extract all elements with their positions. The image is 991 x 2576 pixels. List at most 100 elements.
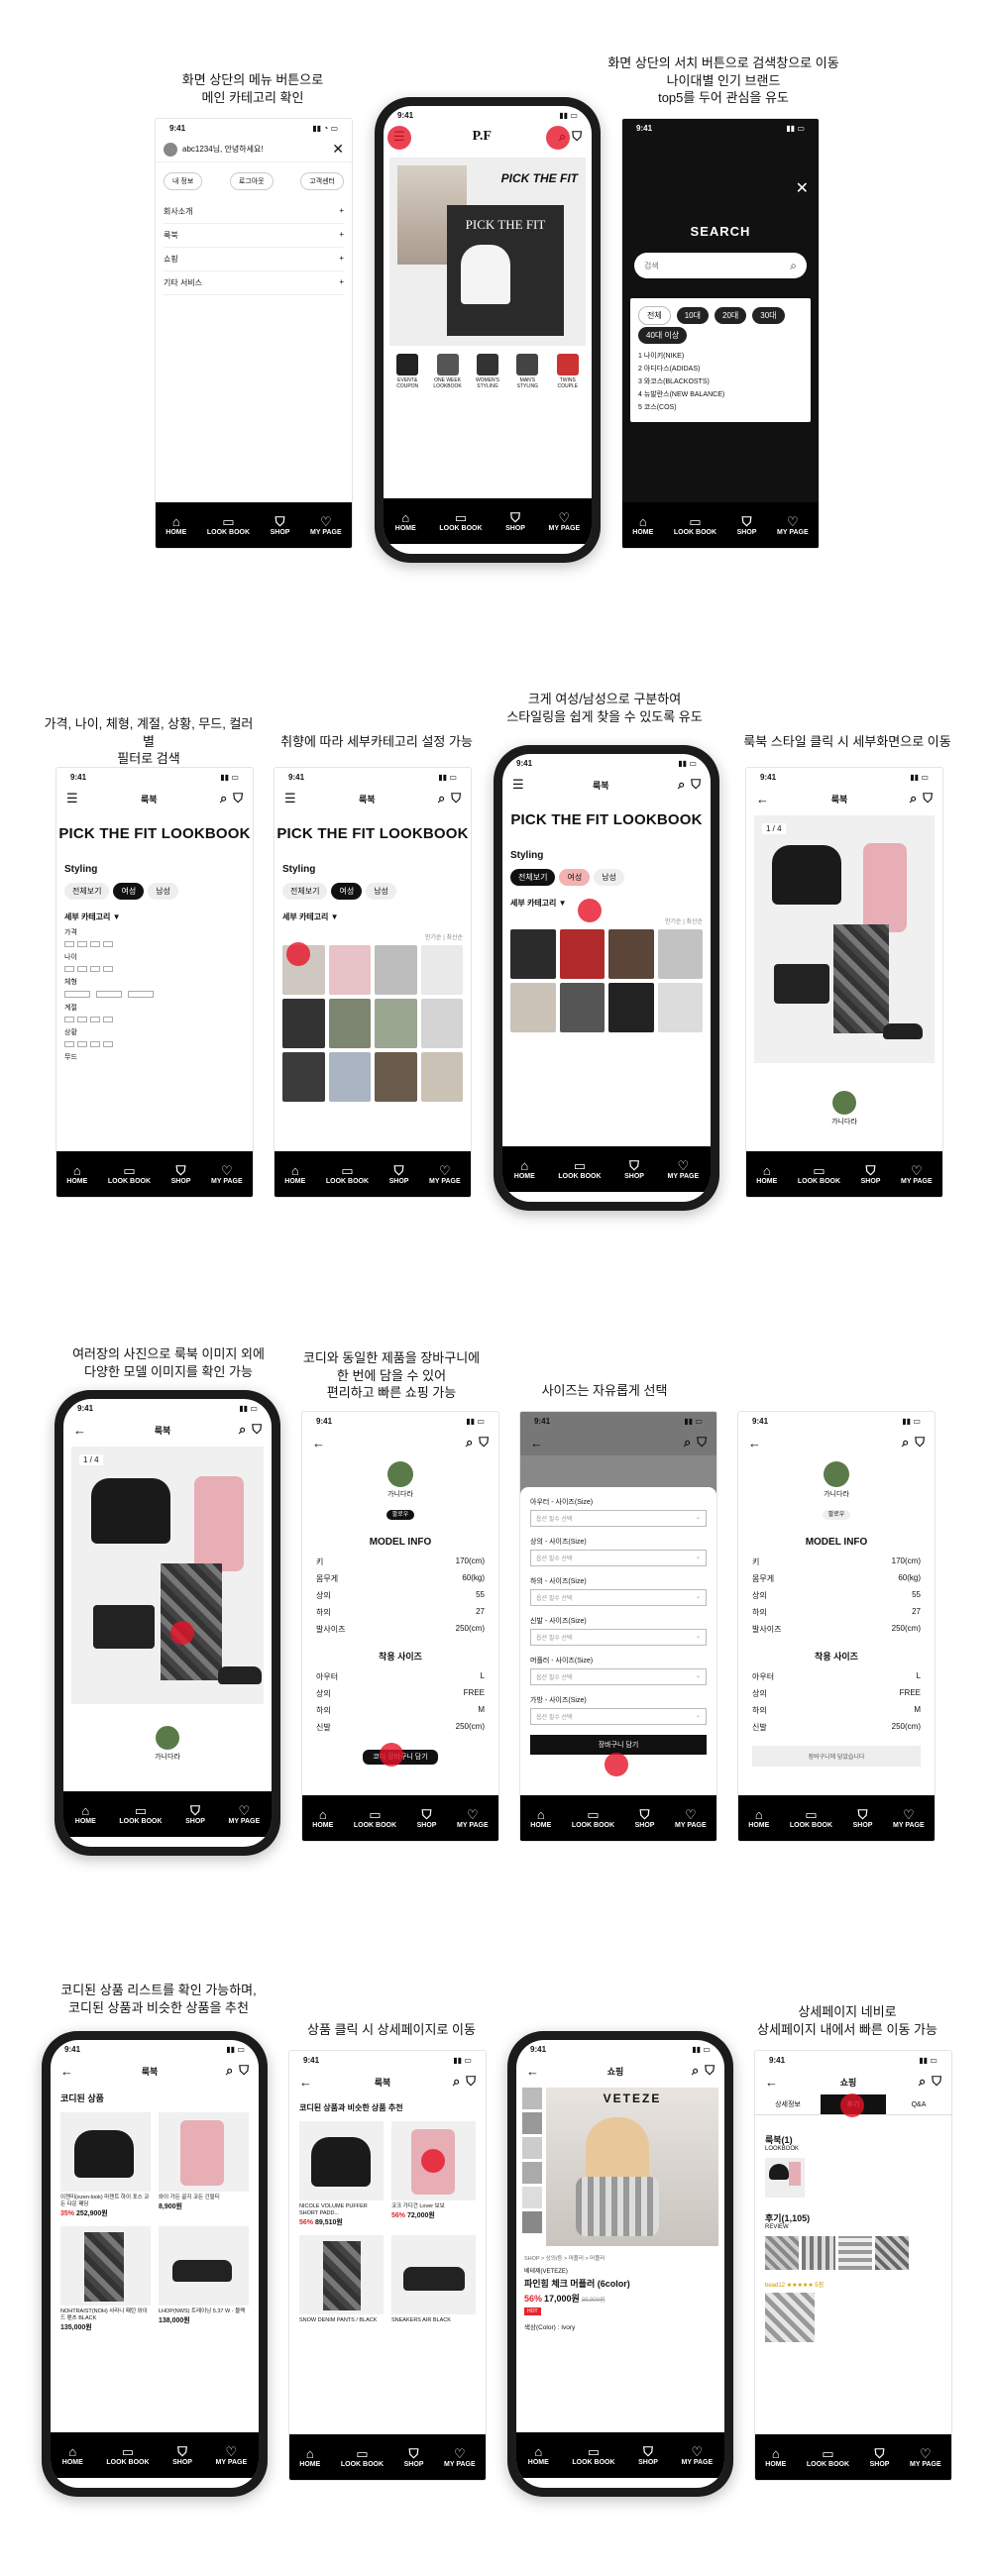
product-card[interactable]: LHOP(NWS) 트레이닝 5.37 W - 블랙 138,000원: [159, 2226, 249, 2332]
nav-mypage[interactable]: ♡ MY PAGE: [229, 1804, 261, 1825]
product-card[interactable]: SNOW DENIM PANTS / BLACK: [299, 2235, 384, 2324]
nav-mypage[interactable]: ♡ MY PAGE: [675, 1808, 707, 1829]
nav-mypage[interactable]: ♡ MY PAGE: [216, 2445, 248, 2466]
sort-options[interactable]: 인기순 | 최신순: [282, 932, 463, 941]
cat-man[interactable]: MAN'S STYLING: [508, 354, 546, 389]
quick-my-info[interactable]: 내 정보: [164, 172, 203, 190]
lookbook-item[interactable]: [282, 1052, 325, 1102]
nav-lookbook[interactable]: ▭ LOOK BOOK: [326, 1164, 369, 1185]
search-icon[interactable]: ⌕: [453, 2074, 460, 2090]
product-card[interactable]: NOHTRAIST(NOH) 사라니 패턴 와이드 팬츠 BLACK 135,0…: [60, 2226, 151, 2332]
nav-home[interactable]: ⌂ HOME: [284, 1164, 305, 1185]
nav-lookbook[interactable]: ▭ LOOK BOOK: [798, 1164, 840, 1185]
subcat-toggle[interactable]: 세부 카테고리 ▼: [510, 898, 703, 909]
nav-mypage[interactable]: ♡ MY PAGE: [668, 1159, 700, 1180]
back-icon[interactable]: ←: [299, 2075, 312, 2090]
product-card[interactable]: NICOLE VOLUME PUFFER SHORT PADD... 56% 8…: [299, 2121, 384, 2227]
search-icon[interactable]: ⌕: [790, 259, 797, 273]
size-select[interactable]: 옵션 필수 선택 ⌄: [530, 1510, 707, 1527]
thumb[interactable]: [522, 2187, 542, 2208]
search-icon[interactable]: ⌕: [466, 1435, 473, 1450]
close-icon[interactable]: ✕: [332, 141, 344, 158]
cart-icon[interactable]: ⛉: [697, 1435, 707, 1450]
quick-cs[interactable]: 고객센터: [300, 172, 344, 190]
size-select[interactable]: 옵션 필수 선택 ⌄: [530, 1668, 707, 1685]
subcat-toggle[interactable]: 세부 카테고리 ▼: [64, 912, 245, 922]
nav-lookbook[interactable]: ▭ LOOK BOOK: [341, 2447, 384, 2468]
nav-shop[interactable]: ⛉ SHOP: [505, 511, 525, 532]
nav-home[interactable]: ⌂ HOME: [312, 1808, 333, 1829]
search-icon[interactable]: ⌕: [919, 2074, 926, 2090]
subcat-toggle[interactable]: 세부 카테고리 ▼: [282, 912, 463, 922]
review-photo-large[interactable]: [765, 2293, 815, 2342]
tab-all[interactable]: 전체보기: [510, 869, 556, 886]
cart-icon[interactable]: ⛉: [691, 777, 701, 793]
nav-home[interactable]: ⌂ HOME: [75, 1804, 96, 1825]
cart-icon[interactable]: ⛉: [252, 1422, 262, 1438]
brand-rank[interactable]: 2 아디다스(ADIDAS): [638, 363, 803, 376]
sort-options[interactable]: 인기순 | 최신순: [510, 916, 703, 925]
nav-lookbook[interactable]: ▭ LOOK BOOK: [572, 2445, 614, 2466]
thumb[interactable]: [522, 2211, 542, 2233]
product-card[interactable]: 와이 가든 골지 코든 긴팔티 8,900원: [159, 2112, 249, 2218]
nav-lookbook[interactable]: ▭ LOOK BOOK: [807, 2447, 849, 2468]
lookbook-item[interactable]: [282, 999, 325, 1048]
nav-home[interactable]: ⌂ HOME: [632, 515, 653, 536]
nav-shop[interactable]: ⛉ SHOP: [638, 2445, 658, 2466]
lookbook-item[interactable]: [375, 945, 417, 995]
nav-mypage[interactable]: ♡ MY PAGE: [211, 1164, 243, 1185]
cart-icon[interactable]: ⛉: [915, 1435, 925, 1450]
lookbook-item[interactable]: [420, 1052, 463, 1102]
lookbook-thumb[interactable]: [765, 2158, 805, 2198]
tab-women[interactable]: 여성: [113, 883, 145, 900]
cart-icon[interactable]: ⛉: [233, 791, 243, 806]
search-icon[interactable]: ⌕: [910, 791, 917, 806]
nav-mypage[interactable]: ♡ MY PAGE: [910, 2447, 941, 2468]
nav-home[interactable]: ⌂ HOME: [528, 2445, 549, 2466]
thumb[interactable]: [522, 2112, 542, 2134]
product-card[interactable]: SNEAKERS AIR BLACK: [391, 2235, 476, 2324]
menu-item-shop[interactable]: 쇼핑 +: [164, 248, 344, 271]
lookbook-item[interactable]: [657, 929, 703, 979]
size-select[interactable]: 옵션 필수 선택 ⌄: [530, 1550, 707, 1566]
nav-mypage[interactable]: ♡ MY PAGE: [893, 1808, 925, 1829]
hamburger-icon[interactable]: ☰: [66, 791, 78, 806]
brand-rank[interactable]: 4 뉴발란스(NEW BALANCE): [638, 388, 803, 401]
nav-lookbook[interactable]: ▭ LOOK BOOK: [674, 515, 716, 536]
nav-shop[interactable]: ⛉ SHOP: [404, 2447, 424, 2468]
nav-shop[interactable]: ⛉ SHOP: [185, 1804, 205, 1825]
lookbook-item[interactable]: [328, 945, 371, 995]
nav-lookbook[interactable]: ▭ LOOK BOOK: [119, 1804, 162, 1825]
back-icon[interactable]: ←: [748, 1436, 761, 1450]
age-all[interactable]: 전체: [638, 306, 671, 325]
size-select[interactable]: 옵션 필수 선택 ⌄: [530, 1629, 707, 1646]
product-brand[interactable]: 베테제(VETEZE): [524, 2266, 716, 2275]
nav-home[interactable]: ⌂ HOME: [395, 511, 416, 532]
search-icon[interactable]: ⌕: [692, 2063, 699, 2079]
thumb[interactable]: [522, 2137, 542, 2159]
nav-mypage[interactable]: ♡ MY PAGE: [457, 1808, 489, 1829]
nav-lookbook[interactable]: ▭ LOOK BOOK: [207, 515, 250, 536]
cart-icon[interactable]: ⛉: [466, 2074, 476, 2090]
nav-shop[interactable]: ⛉ SHOP: [417, 1808, 437, 1829]
product-card[interactable]: 이젠미(ezen-look) 마젠트 하이 포스 코든 다운 패딩 35% 25…: [60, 2112, 151, 2218]
product-card[interactable]: 코크 가디건 Lover 보보 56% 72,000원: [391, 2121, 476, 2227]
tab-qna[interactable]: Q&A: [886, 2096, 951, 2113]
search-input[interactable]: [644, 261, 763, 270]
tab-all[interactable]: 전체보기: [64, 883, 110, 900]
cart-icon[interactable]: ⛉: [239, 2063, 249, 2079]
lookbook-item[interactable]: [608, 983, 654, 1032]
quick-logout[interactable]: 로그아웃: [229, 172, 274, 190]
breadcrumb[interactable]: SHOP > 상의/등 > 머플러 > 머플러: [524, 2254, 716, 2262]
menu-item-about[interactable]: 회사소개 +: [164, 200, 344, 224]
search-icon[interactable]: ⌕: [902, 1435, 909, 1450]
nav-lookbook[interactable]: ▭ LOOK BOOK: [790, 1808, 832, 1829]
nav-shop[interactable]: ⛉ SHOP: [870, 2447, 890, 2468]
nav-mypage[interactable]: ♡ MY PAGE: [444, 2447, 476, 2468]
nav-mypage[interactable]: ♡ MY PAGE: [429, 1164, 461, 1185]
tab-women[interactable]: 여성: [331, 883, 363, 900]
cart-icon[interactable]: ⛉: [932, 2074, 941, 2090]
back-icon[interactable]: ←: [60, 2064, 73, 2079]
lookbook-item[interactable]: [328, 1052, 371, 1102]
back-icon[interactable]: ←: [756, 792, 769, 806]
